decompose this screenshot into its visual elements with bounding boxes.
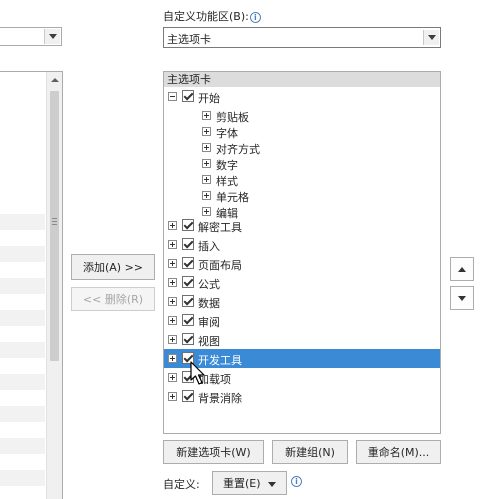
customizations-label: 自定义: bbox=[163, 478, 200, 491]
expand-icon[interactable] bbox=[168, 240, 177, 249]
reset-button-label: 重置(E) bbox=[223, 477, 261, 490]
caret-down-icon bbox=[268, 482, 276, 487]
list-item[interactable] bbox=[0, 438, 45, 454]
new-tab-button[interactable]: 新建选项卡(W) bbox=[163, 440, 264, 464]
scroll-thumb[interactable] bbox=[50, 91, 59, 361]
checkbox-checked-icon[interactable] bbox=[182, 295, 194, 307]
tree-item-home[interactable]: 开始 bbox=[164, 87, 440, 106]
move-down-button[interactable] bbox=[450, 286, 474, 310]
expand-icon[interactable] bbox=[168, 297, 177, 306]
add-button[interactable]: 添加(A) >> bbox=[71, 254, 155, 280]
tree-item-label: 插入 bbox=[198, 240, 220, 253]
expand-icon[interactable] bbox=[202, 175, 211, 184]
chevron-down-icon[interactable] bbox=[44, 29, 60, 44]
expand-icon[interactable] bbox=[168, 373, 177, 382]
remove-button[interactable]: << 删除(R) bbox=[71, 287, 155, 311]
expand-icon[interactable] bbox=[168, 221, 177, 230]
checkbox-checked-icon[interactable] bbox=[182, 276, 194, 288]
commands-list[interactable] bbox=[0, 71, 63, 499]
reset-button[interactable]: 重置(E) bbox=[212, 471, 287, 495]
list-item[interactable] bbox=[0, 470, 45, 486]
info-icon: i bbox=[291, 476, 302, 487]
list-item[interactable] bbox=[0, 310, 45, 326]
expand-icon[interactable] bbox=[168, 316, 177, 325]
tree-item-label: 视图 bbox=[198, 335, 220, 348]
tree-item-data[interactable]: 数据 bbox=[164, 292, 440, 311]
ribbon-tabs-dropdown-value: 主选项卡 bbox=[167, 33, 211, 46]
expand-icon[interactable] bbox=[168, 259, 177, 268]
expand-icon[interactable] bbox=[202, 191, 211, 200]
expand-icon[interactable] bbox=[202, 159, 211, 168]
tree-item-view[interactable]: 视图 bbox=[164, 330, 440, 349]
customize-ribbon-label: 自定义功能区(B): i bbox=[163, 8, 261, 24]
tree-item-formulas[interactable]: 公式 bbox=[164, 273, 440, 292]
list-item[interactable] bbox=[0, 406, 45, 422]
list-item[interactable] bbox=[0, 246, 45, 262]
rename-button[interactable]: 重命名(M)... bbox=[356, 440, 441, 464]
tree-item-label: 解密工具 bbox=[198, 221, 242, 234]
grip-icon bbox=[52, 218, 57, 219]
commands-list-scrollbar[interactable] bbox=[46, 72, 62, 499]
excel-options-customize-ribbon: 添加(A) >> << 删除(R) 自定义功能区(B): i 主选项卡 主选项卡 … bbox=[0, 0, 500, 499]
checkbox-checked-icon[interactable] bbox=[182, 333, 194, 345]
list-item[interactable] bbox=[0, 374, 45, 390]
list-item[interactable] bbox=[0, 278, 45, 294]
tree-item-label: 公式 bbox=[198, 278, 220, 291]
tree-item-label: 页面布局 bbox=[198, 259, 242, 272]
checkbox-checked-icon[interactable] bbox=[182, 390, 194, 402]
expand-icon[interactable] bbox=[168, 392, 177, 401]
tree-item-insert[interactable]: 插入 bbox=[164, 235, 440, 254]
move-up-button[interactable] bbox=[450, 257, 474, 281]
tree-item-label: 开始 bbox=[198, 92, 220, 105]
tree-item-page-layout[interactable]: 页面布局 bbox=[164, 254, 440, 273]
commands-from-dropdown[interactable] bbox=[0, 27, 62, 46]
tree-item-review[interactable]: 审阅 bbox=[164, 311, 440, 330]
list-item[interactable] bbox=[0, 342, 45, 358]
checkbox-checked-icon[interactable] bbox=[182, 257, 194, 269]
expand-icon[interactable] bbox=[168, 278, 177, 287]
expand-icon[interactable] bbox=[202, 127, 211, 136]
collapse-icon[interactable] bbox=[168, 92, 177, 101]
tree-item-background-removal[interactable]: 背景消除 bbox=[164, 387, 440, 406]
expand-icon[interactable] bbox=[202, 143, 211, 152]
tree-item-decrypt-tools[interactable]: 解密工具 bbox=[164, 216, 440, 235]
tree-item-label: 审阅 bbox=[198, 316, 220, 329]
new-group-button[interactable]: 新建组(N) bbox=[272, 440, 348, 464]
info-icon: i bbox=[249, 12, 261, 23]
checkbox-checked-icon[interactable] bbox=[182, 219, 194, 231]
ribbon-tabs-dropdown[interactable]: 主选项卡 bbox=[163, 27, 441, 48]
expand-icon[interactable] bbox=[202, 111, 211, 120]
mouse-cursor-icon bbox=[190, 361, 205, 385]
list-item[interactable] bbox=[0, 214, 45, 230]
tree-item-label: 背景消除 bbox=[198, 392, 242, 405]
scroll-up-icon[interactable] bbox=[47, 72, 62, 89]
checkbox-checked-icon[interactable] bbox=[182, 314, 194, 326]
checkbox-checked-icon[interactable] bbox=[182, 90, 194, 102]
chevron-down-icon[interactable] bbox=[423, 30, 439, 45]
customize-ribbon-label-text: 自定义功能区(B): bbox=[163, 10, 249, 23]
tree-header: 主选项卡 bbox=[164, 72, 440, 87]
expand-icon[interactable] bbox=[168, 335, 177, 344]
expand-icon[interactable] bbox=[168, 354, 177, 363]
checkbox-checked-icon[interactable] bbox=[182, 238, 194, 250]
tree-item-label: 数据 bbox=[198, 297, 220, 310]
expand-icon[interactable] bbox=[202, 207, 211, 216]
